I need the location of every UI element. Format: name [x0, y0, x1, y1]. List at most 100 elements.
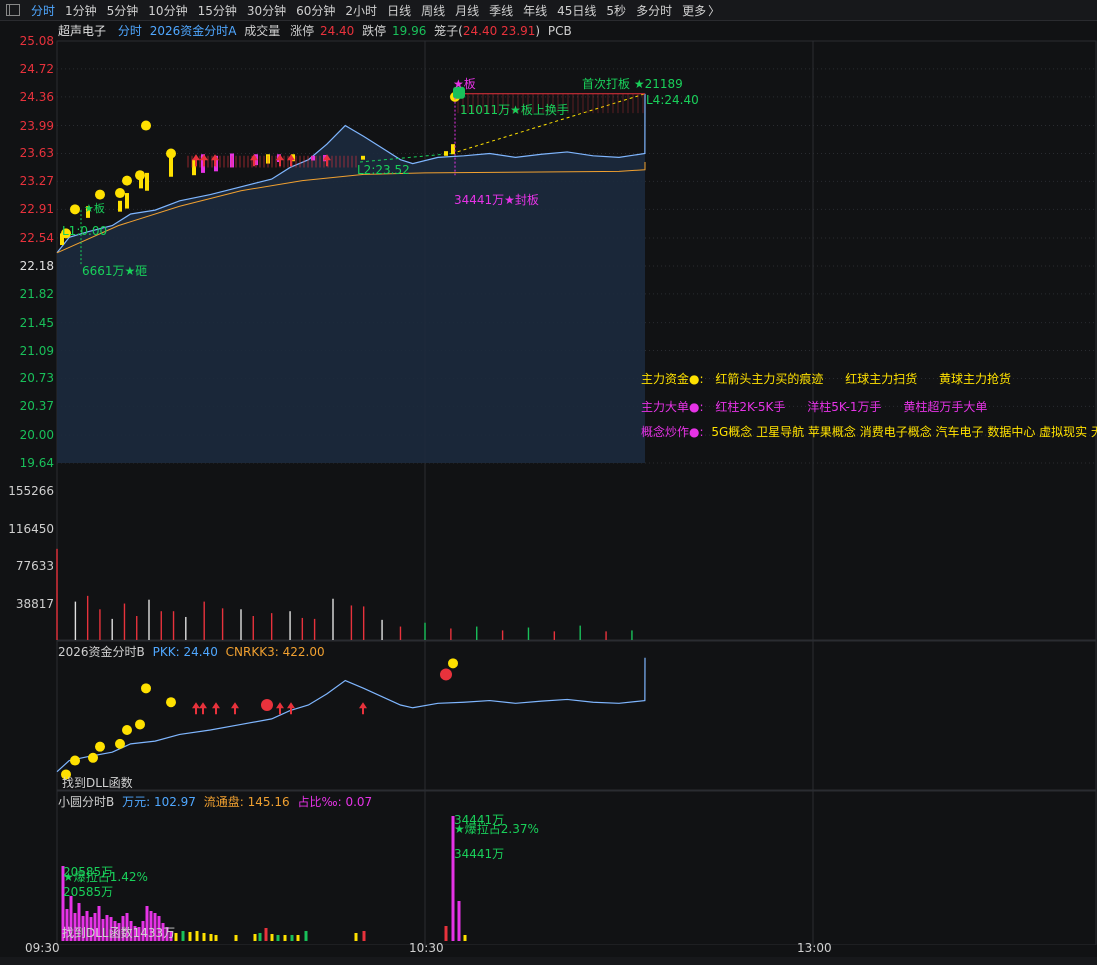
period-tab-6[interactable]: 60分钟	[291, 2, 340, 19]
legend-big-orders: 主力大单●: 红柱2K-5K手 洋柱5K-1万手 黄柱超万手大单	[641, 398, 987, 415]
period-tab-11[interactable]: 季线	[484, 2, 518, 19]
period-tab-12[interactable]: 年线	[518, 2, 552, 19]
c-bar-45	[354, 933, 358, 941]
price-bar-18	[444, 151, 448, 156]
period-tab-10[interactable]: 月线	[450, 2, 484, 19]
indicator-c-note: 找到DLL函数1433万	[62, 926, 176, 940]
volume-tick-1: 116450	[8, 522, 54, 536]
price-tick-0: 25.08	[19, 34, 54, 48]
period-tab-3[interactable]: 10分钟	[143, 2, 192, 19]
period-tab-1[interactable]: 1分钟	[60, 2, 102, 19]
pane-border-1	[56, 640, 1097, 791]
indicator-c-title[interactable]: 小圆分时B	[58, 795, 114, 809]
period-tabs: 分时 1分钟 5分钟 10分钟 15分钟 30分钟 60分钟 2小时 日线 周线 月线 季线 年线 45日…	[26, 2, 725, 19]
legend-main-funds: 主力资金●: 红箭头主力买的痕迹 红球主力扫货 黄球主力抢货	[641, 370, 1011, 387]
b-yellow-ball-7	[141, 683, 151, 694]
price-tick-12: 20.73	[19, 371, 54, 386]
yellow-ball-6	[141, 120, 151, 131]
period-tab-9[interactable]: 周线	[416, 2, 450, 19]
period-tab-7[interactable]: 2小时	[340, 2, 382, 19]
price-tick-7: 22.54	[19, 231, 54, 246]
legend-big-orders-item-1: 红柱2K-5K手	[715, 400, 786, 414]
panel-toggle-icon[interactable]	[6, 4, 20, 16]
first-board-label: 首次打板 ★21189	[582, 77, 683, 91]
yellow-ball-1	[70, 204, 80, 215]
legend-big-orders-item-3: 黄柱超万手大单	[903, 400, 988, 414]
indicator-b-line	[56, 657, 646, 773]
peak2-amount-2: 20585万	[63, 885, 114, 899]
price-tick-14: 20.00	[19, 428, 54, 443]
price-bar-5	[145, 172, 149, 191]
period-tab-4[interactable]: 15分钟	[193, 2, 242, 19]
b-yellow-ball-2	[88, 752, 98, 763]
legend-concepts-label: 概念炒作●:	[641, 425, 704, 439]
price-tick-1: 24.72	[19, 61, 54, 76]
indicator-b-title[interactable]: 2026资金分时B	[58, 645, 145, 659]
c-bar-44	[304, 931, 308, 941]
period-tab-16[interactable]: 更多〉	[677, 2, 725, 19]
period-tab-5[interactable]: 30分钟	[242, 2, 291, 19]
price-tick-2: 24.36	[19, 89, 54, 104]
legend-big-orders-label: 主力大单●:	[641, 400, 704, 414]
price-tick-11: 21.09	[19, 343, 54, 358]
c-bar-30	[188, 932, 192, 941]
period-toolbar: 分时 1分钟 5分钟 10分钟 15分钟 30分钟 60分钟 2小时 日线 周线 月线 季线 年线 45日…	[0, 0, 1097, 21]
b-arrow-3	[231, 702, 239, 715]
price-tick-5: 23.27	[19, 174, 54, 189]
float-label: 流通盘:	[203, 795, 244, 809]
price-bar-3	[125, 193, 129, 209]
board-star-label: ★板	[453, 77, 476, 91]
period-tab-15[interactable]: 多分时	[631, 2, 677, 19]
legend-main-funds-item-3: 黄球主力抢货	[939, 372, 1012, 386]
yellow-ball-5	[135, 170, 145, 181]
legend-concepts-items: 5G概念 卫星导航 苹果概念 消费电子概念 汽车电子 数据中心 虚拟现实 无	[711, 425, 1097, 439]
b-yellow-ball-4	[115, 738, 125, 749]
legend-concepts: 概念炒作●: 5G概念 卫星导航 苹果概念 消费电子概念 汽车电子 数据中心 虚…	[641, 423, 1097, 440]
b-red-ball-1	[440, 668, 452, 681]
b-yellow-ball-6	[135, 719, 145, 730]
peak1-amount-2: 34441万	[454, 847, 505, 861]
c-bar-50	[463, 935, 467, 941]
wan-label: 万元:	[122, 795, 151, 809]
b-arrow-5	[287, 702, 295, 715]
c-bar-31	[195, 931, 199, 941]
b-yellow-ball-1	[70, 755, 80, 766]
legend-main-funds-item-1: 红箭头主力买的痕迹	[715, 372, 824, 386]
time-tick-2: 13:00	[797, 941, 832, 955]
period-tab-14[interactable]: 5秒	[601, 2, 631, 19]
volume-tick-0: 155266	[8, 484, 54, 498]
time-tick-1: 10:30	[409, 941, 444, 955]
price-bar-2	[118, 200, 122, 212]
c-bar-35	[234, 935, 238, 941]
period-tab-8[interactable]: 日线	[382, 2, 416, 19]
cnrkk-value: 422.00	[282, 645, 325, 659]
open-level-label: L1:0.00	[62, 224, 108, 238]
b-arrow-0	[192, 702, 200, 715]
b-arrow-1	[199, 702, 207, 715]
c-bar-38	[264, 928, 268, 941]
b-arrow-2	[212, 702, 220, 715]
c-bar-39	[270, 934, 274, 941]
low-level-label: L2:23.52	[357, 163, 410, 177]
seal-order-label: 34441万★封板	[454, 193, 539, 207]
price-bar-19	[451, 144, 455, 155]
wan-value: 102.97	[153, 795, 196, 809]
period-tab-0[interactable]: 分时	[26, 2, 60, 19]
yellow-ball-3	[115, 188, 125, 199]
c-bar-36	[253, 934, 257, 941]
indicator-c-header: 小圆分时B 万元: 102.97 流通盘: 145.16 占比‰: 0.07	[58, 793, 372, 810]
c-bar-46	[362, 931, 366, 941]
volume-tick-3: 38817	[15, 597, 54, 611]
price-tick-6: 22.91	[19, 202, 54, 217]
yellow-ball-4	[122, 175, 132, 186]
c-bar-49	[457, 901, 461, 941]
period-tab-13[interactable]: 45日线	[552, 2, 601, 19]
c-bar-47	[444, 926, 448, 941]
b-arrow-4	[276, 702, 284, 715]
legend-main-funds-item-2: 红球主力扫货	[845, 372, 918, 386]
price-tick-15: 19.64	[19, 456, 54, 470]
more-chevron-icon: 〉	[708, 3, 721, 18]
high-level-label: L4:24.40	[646, 93, 699, 107]
float-value: 145.16	[247, 795, 290, 809]
period-tab-2[interactable]: 5分钟	[102, 2, 144, 19]
